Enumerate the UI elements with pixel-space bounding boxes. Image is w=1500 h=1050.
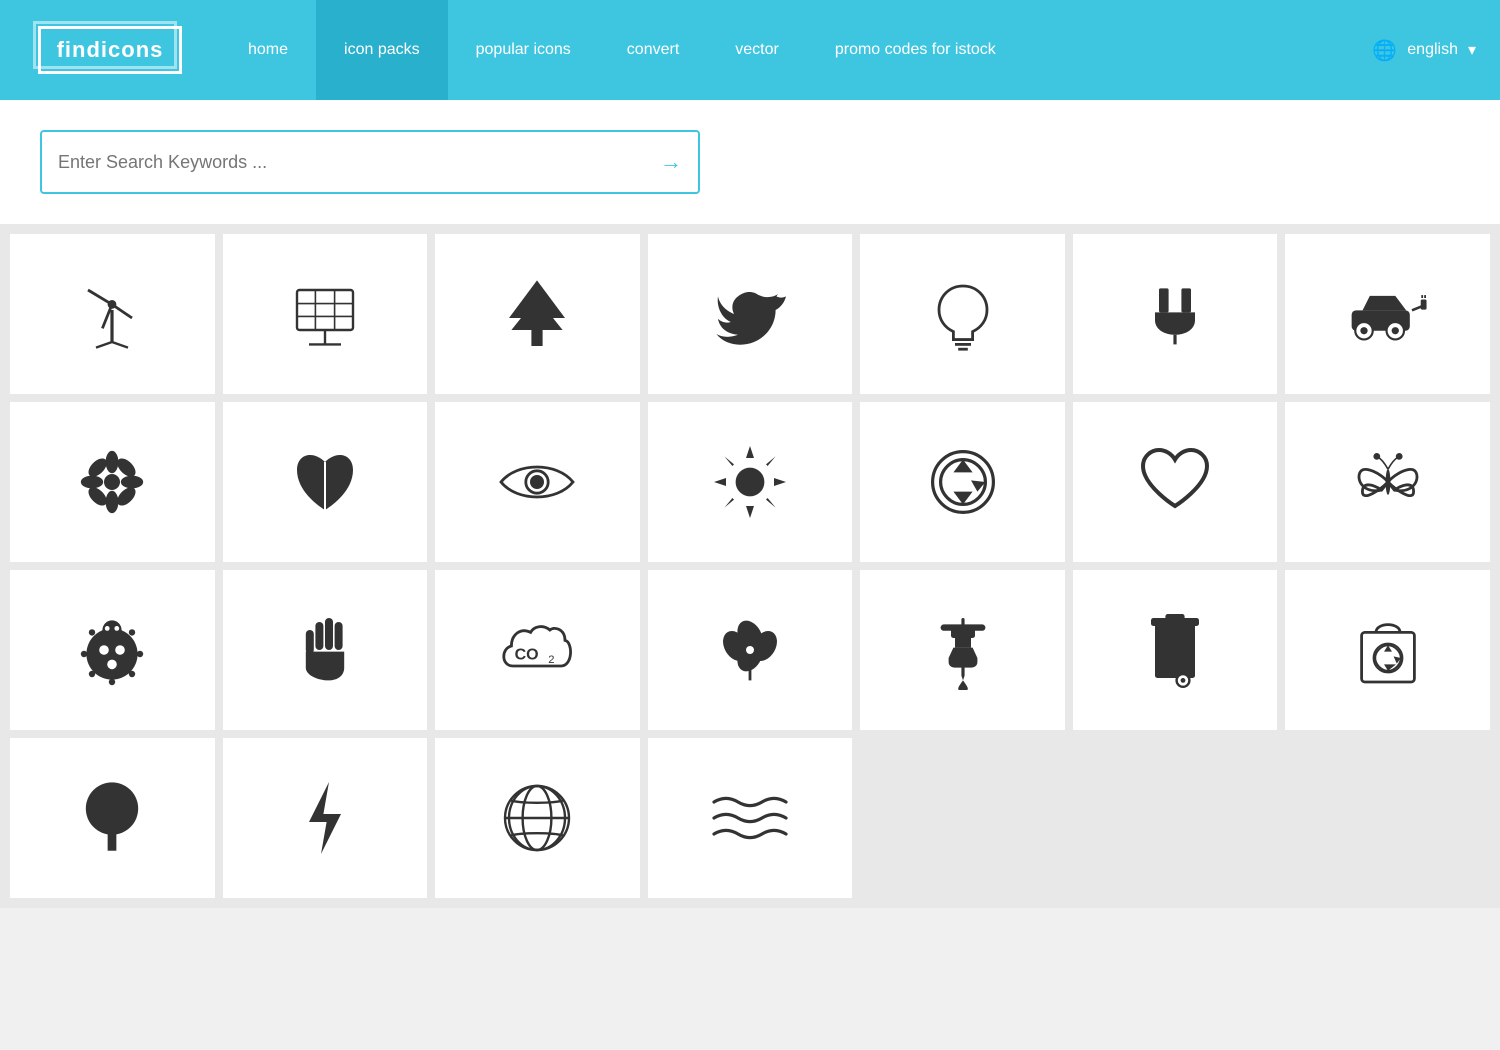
nav-item-convert[interactable]: convert <box>599 0 707 100</box>
icon-cell-eye[interactable] <box>435 402 640 562</box>
icon-cell-ladybug[interactable] <box>10 570 215 730</box>
main-nav: findicons home icon packs popular icons … <box>0 0 1500 100</box>
icon-cell-trash-bin[interactable] <box>1073 570 1278 730</box>
icon-cell-empty-2 <box>1073 738 1278 898</box>
icon-cell-tree[interactable] <box>435 234 640 394</box>
icon-cell-hand[interactable] <box>223 570 428 730</box>
nav-item-promo[interactable]: promo codes for istock <box>807 0 1024 100</box>
icon-cell-co2[interactable]: CO 2 <box>435 570 640 730</box>
nav-items: home icon packs popular icons convert ve… <box>220 0 1348 100</box>
logo[interactable]: findicons <box>0 0 220 100</box>
search-input[interactable] <box>58 152 660 173</box>
globe-icon: 🌐 <box>1372 38 1397 63</box>
language-label: english <box>1407 41 1458 59</box>
language-selector[interactable]: 🌐 english ▾ <box>1348 0 1500 100</box>
icon-cell-recycle-bag[interactable] <box>1285 570 1490 730</box>
icon-cell-tree2[interactable] <box>10 738 215 898</box>
icon-grid: CO 2 <box>0 224 1500 908</box>
nav-item-icon-packs[interactable]: icon packs <box>316 0 448 100</box>
icon-cell-recycle[interactable] <box>860 402 1065 562</box>
icon-cell-flower[interactable] <box>10 402 215 562</box>
icon-cell-empty-1 <box>860 738 1065 898</box>
icon-cell-plug[interactable] <box>1073 234 1278 394</box>
logo-text: findicons <box>57 37 164 62</box>
svg-text:CO: CO <box>515 647 539 664</box>
icon-cell-bird[interactable] <box>648 234 853 394</box>
search-box: → <box>40 130 700 194</box>
icon-cell-lightbulb[interactable] <box>860 234 1065 394</box>
svg-text:2: 2 <box>549 654 555 666</box>
icon-cell-butterfly[interactable] <box>1285 402 1490 562</box>
icon-cell-solar-panel[interactable] <box>223 234 428 394</box>
nav-item-home[interactable]: home <box>220 0 316 100</box>
icon-cell-plant[interactable] <box>648 570 853 730</box>
nav-item-popular-icons[interactable]: popular icons <box>448 0 599 100</box>
search-arrow-icon[interactable]: → <box>660 149 682 175</box>
icon-cell-faucet[interactable] <box>860 570 1065 730</box>
icon-cell-waves[interactable] <box>648 738 853 898</box>
icon-cell-leaf[interactable] <box>223 402 428 562</box>
nav-item-vector[interactable]: vector <box>707 0 807 100</box>
icon-cell-heart[interactable] <box>1073 402 1278 562</box>
icon-cell-electric-car[interactable] <box>1285 234 1490 394</box>
icon-cell-sun[interactable] <box>648 402 853 562</box>
icon-cell-empty-3 <box>1285 738 1490 898</box>
chevron-down-icon: ▾ <box>1468 40 1476 60</box>
search-section: → <box>0 100 1500 224</box>
icon-cell-wind-turbine[interactable] <box>10 234 215 394</box>
icon-cell-globe[interactable] <box>435 738 640 898</box>
icon-cell-lightning[interactable] <box>223 738 428 898</box>
